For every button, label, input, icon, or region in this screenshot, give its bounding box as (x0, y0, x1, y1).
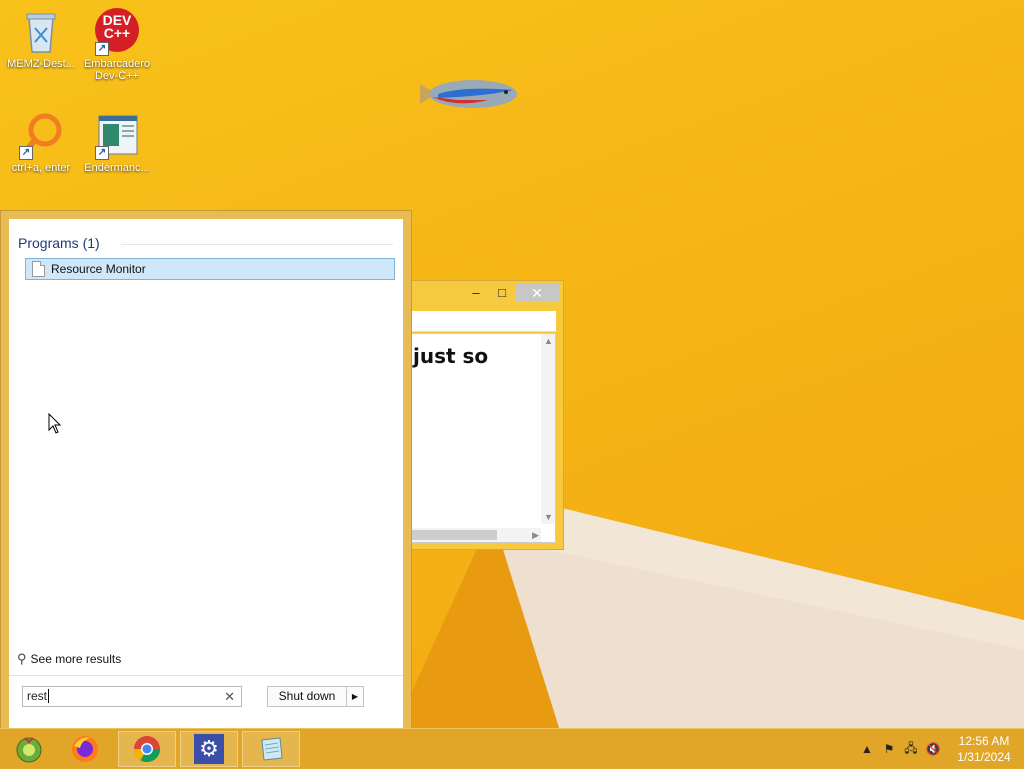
clock-date: 1/31/2024 (957, 750, 1011, 764)
search-input-value: rest (27, 689, 48, 703)
desktop-icon-label: ctrl+a, enter (11, 162, 71, 174)
firefox-icon (72, 736, 98, 762)
devcpp-badge-text: DEV C++ (102, 12, 132, 41)
show-hidden-icons-chevron-icon[interactable]: ▲ (856, 742, 878, 756)
background-window[interactable]: – □ ✕ just so ▲ ▼ ▶ (405, 280, 564, 550)
devcpp-icon: DEV C++ ↗ (93, 8, 141, 56)
divider (121, 244, 393, 245)
start-menu: Programs (1) Resource Monitor ⚲ See more… (0, 210, 412, 732)
search-input[interactable]: rest ✕ (22, 686, 242, 707)
shortcut-arrow-icon: ↗ (19, 146, 33, 160)
scroll-down-icon[interactable]: ▼ (544, 512, 553, 522)
volume-muted-icon[interactable]: 🔇 (922, 742, 944, 756)
shortcut-arrow-icon: ↗ (95, 42, 109, 56)
vertical-scrollbar[interactable]: ▲ ▼ (541, 334, 555, 524)
taskbar-firefox[interactable] (56, 731, 114, 767)
taskbar-notepad[interactable] (242, 731, 300, 767)
action-center-flag-icon[interactable]: ⚑ (878, 742, 900, 756)
fish-image (418, 74, 518, 114)
text-caret (48, 689, 50, 703)
clear-search-icon[interactable]: ✕ (224, 689, 235, 705)
scroll-right-icon[interactable]: ▶ (532, 530, 539, 541)
taskbar: ⚙ ▲ ⚑ 🖧 🔇 12:56 AM 1/31/2024 (0, 728, 1024, 769)
mouse-cursor-icon (48, 412, 62, 435)
desktop-icon-label: MEMZ-Dest... (7, 58, 75, 70)
search-icon: ⚲ (17, 651, 27, 666)
scroll-up-icon[interactable]: ▲ (544, 336, 553, 346)
network-icon[interactable]: 🖧 (900, 739, 922, 760)
see-more-results-link[interactable]: ⚲ See more results (17, 651, 121, 667)
close-button[interactable]: ✕ (515, 284, 559, 302)
maximize-button[interactable]: □ (489, 284, 515, 302)
window-picture-icon: ↗ (93, 112, 141, 160)
window-controls: – □ ✕ (463, 283, 559, 303)
document-icon (32, 261, 45, 277)
desktop-icon-endermanch[interactable]: ↗ Endermanc... (78, 112, 156, 174)
desktop-icon-label: Endermanc... (84, 162, 150, 174)
magnifier-shortcut-icon: ↗ (17, 112, 65, 160)
shut-down-options-button[interactable]: ▶ (346, 686, 364, 707)
horizontal-scrollbar[interactable]: ▶ (407, 528, 541, 542)
horizontal-scroll-thumb[interactable] (407, 530, 497, 540)
divider (9, 675, 403, 676)
start-orb-icon (16, 737, 42, 763)
system-tray: ▲ ⚑ 🖧 🔇 12:56 AM 1/31/2024 (856, 729, 1024, 769)
shut-down-button[interactable]: Shut down (267, 686, 347, 707)
recycle-bin-icon (17, 8, 65, 56)
window-toolbar (406, 311, 556, 332)
gear-icon: ⚙ (194, 734, 224, 764)
desktop-icon-ctrl-a-enter[interactable]: ↗ ctrl+a, enter (2, 112, 80, 174)
programs-header: Programs (1) (18, 235, 100, 251)
clock-time: 12:56 AM (958, 734, 1010, 748)
shortcut-arrow-icon: ↗ (95, 146, 109, 160)
chrome-icon (133, 736, 161, 763)
desktop-icon-devcpp[interactable]: DEV C++ ↗ Embarcadero Dev-C++ (78, 8, 156, 82)
search-result-label: Resource Monitor (51, 262, 146, 276)
search-result-item[interactable]: Resource Monitor (25, 258, 395, 280)
window-content[interactable]: just so ▲ ▼ ▶ (406, 333, 556, 543)
taskbar-start-orb[interactable] (0, 731, 58, 767)
start-menu-panel: Programs (1) Resource Monitor ⚲ See more… (9, 219, 403, 729)
taskbar-settings[interactable]: ⚙ (180, 731, 238, 767)
desktop-icon-label: Embarcadero Dev-C++ (83, 58, 151, 82)
clock[interactable]: 12:56 AM 1/31/2024 (944, 733, 1024, 765)
minimize-button[interactable]: – (463, 284, 489, 302)
desktop-icon-recycle-bin[interactable]: MEMZ-Dest... (2, 8, 80, 70)
notepad-icon (261, 737, 283, 761)
see-more-label: See more results (30, 652, 122, 666)
content-text: just so (413, 344, 489, 368)
taskbar-chrome[interactable] (118, 731, 176, 767)
